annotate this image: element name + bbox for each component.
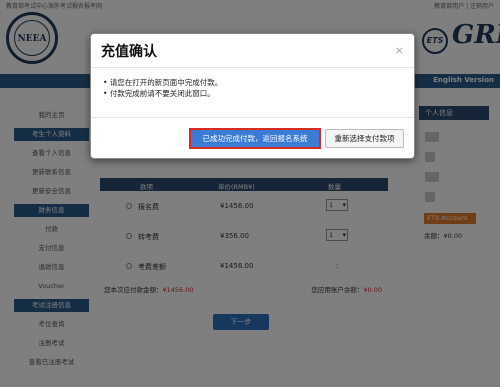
- reselect-payment-button[interactable]: 重新选择支付款项: [325, 129, 404, 148]
- instruction-list: 请您在打开的新页面中完成付款。 付款完成前请不要关闭此窗口。: [103, 77, 223, 99]
- recharge-confirm-dialog: 充值确认 × 请您在打开的新页面中完成付款。 付款完成前请不要关闭此窗口。 已成…: [90, 33, 415, 159]
- close-icon[interactable]: ×: [395, 44, 404, 57]
- instruction-line: 付款完成前请不要关闭此窗口。: [103, 88, 222, 99]
- instruction-line: 请您在打开的新页面中完成付款。: [103, 77, 223, 88]
- dialog-title: 充值确认: [101, 44, 157, 60]
- dialog-footer: 已成功完成付款，返回报名系统 重新选择支付款项: [91, 118, 414, 160]
- dialog-body: 请您在打开的新页面中完成付款。 付款完成前请不要关闭此窗口。: [91, 68, 414, 118]
- dialog-header: 充值确认 ×: [91, 34, 414, 68]
- payment-complete-button[interactable]: 已成功完成付款，返回报名系统: [189, 128, 321, 149]
